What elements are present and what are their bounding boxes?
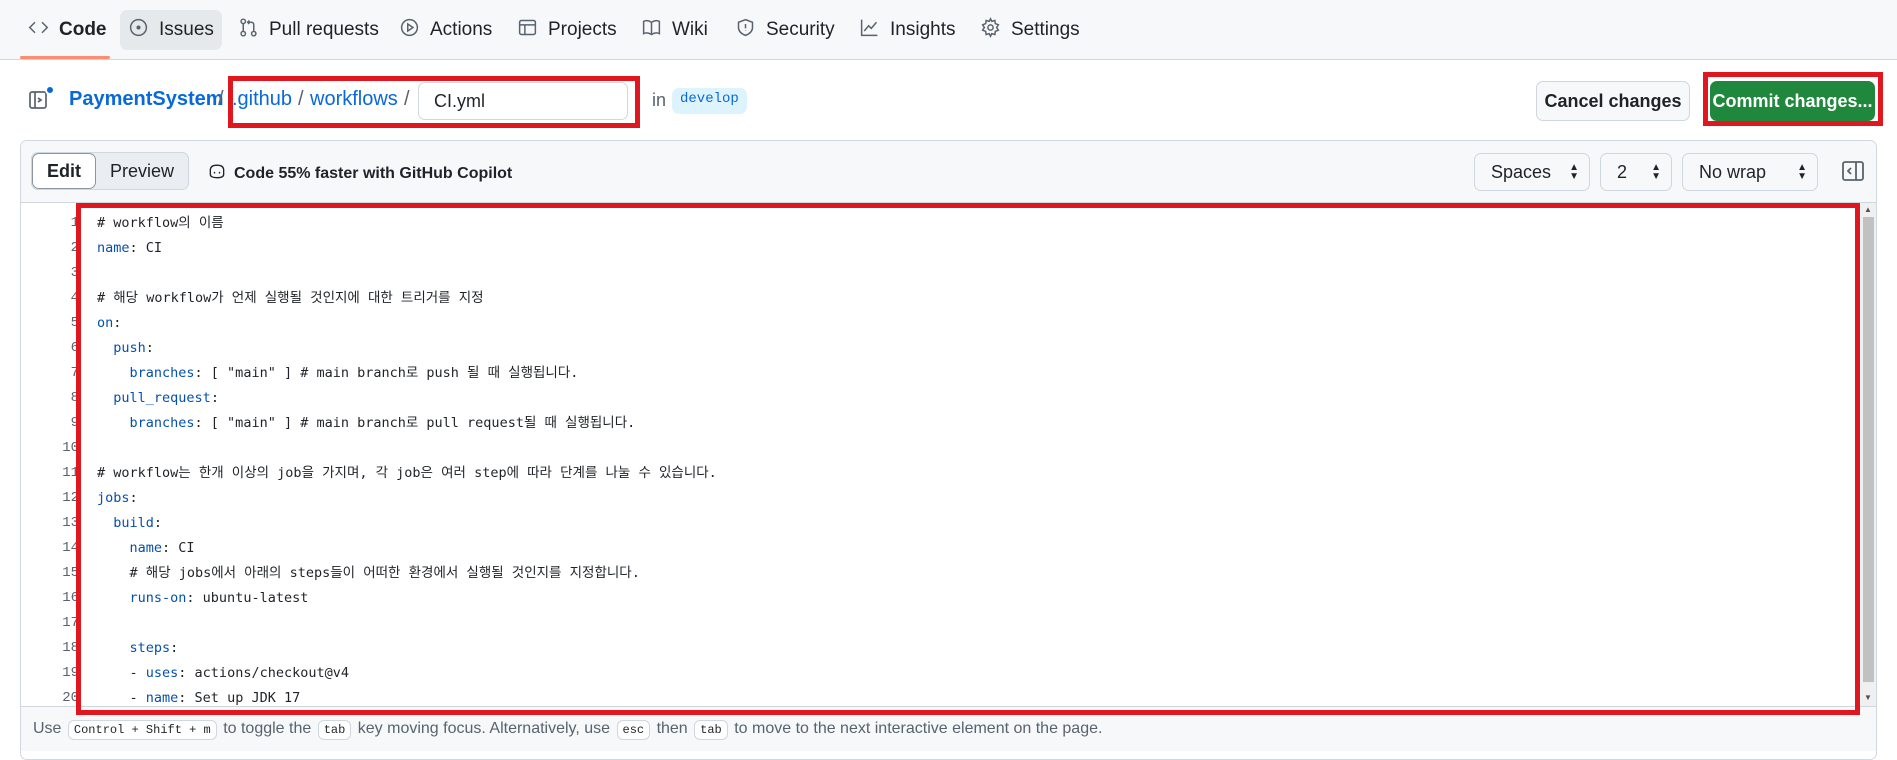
edit-tab[interactable]: Edit [32,153,96,189]
tab-wiki[interactable]: Wiki [633,10,716,50]
tab-label: Issues [159,19,214,40]
issue-icon [128,17,149,44]
editor-toolbar: Edit Preview Code 55% faster with GitHub… [21,141,1876,203]
tab-issues[interactable]: Issues [120,10,222,50]
kbd-tab: tab [317,720,352,740]
tab-label: Insights [890,19,956,40]
line-number: 5 [70,315,79,331]
breadcrumb-separator: / [218,88,224,110]
active-tab-indicator [20,56,110,59]
kbd-tab: tab [694,720,728,740]
tab-code[interactable]: Code [20,10,115,50]
annotation-commit-box [1703,72,1883,126]
code-icon [28,17,49,44]
cancel-changes-button[interactable]: Cancel changes [1536,81,1690,121]
scroll-up-icon[interactable]: ▲ [1864,205,1872,214]
indent-size-select[interactable]: 2 ▲ ▼ [1600,153,1672,191]
hint-text: Use [33,720,62,737]
copilot-promo[interactable]: Code 55% faster with GitHub Copilot [207,161,512,186]
tab-label: Pull requests [269,19,379,40]
kbd-shortcut: Control + Shift + m [67,720,217,740]
line-number: 7 [70,365,79,381]
split-view-icon[interactable] [1838,154,1868,188]
line-numbers: 1 2 3 4 5 6 7 8 9 10 11 12 13 14 15 16 17 18 19 20 [21,211,81,711]
hint-text: then [656,720,688,737]
wrap-mode-value: No wrap [1699,161,1767,182]
hint-text: to toggle the [223,720,312,737]
line-number: 12 [62,490,79,506]
tab-projects[interactable]: Projects [509,10,625,50]
line-number: 9 [70,415,79,431]
editor-scrollbar[interactable]: ▲ ▼ [1861,203,1876,706]
line-number: 11 [62,465,79,481]
pull-request-icon [238,17,259,44]
line-number: 4 [70,290,79,306]
annotation-filename-box [228,76,640,128]
tab-actions[interactable]: Actions [391,10,500,50]
line-number: 8 [70,390,79,406]
graph-icon [859,17,880,44]
select-arrows-icon: ▲ ▼ [1797,162,1807,182]
gear-icon [980,16,1001,44]
shield-icon [735,17,756,44]
copilot-icon [207,161,227,186]
tab-label: Projects [548,19,617,40]
line-number: 14 [62,540,79,556]
line-number: 6 [70,340,79,356]
line-number: 10 [62,440,79,456]
tab-insights[interactable]: Insights [851,10,963,50]
tab-pull-requests[interactable]: Pull requests [230,10,387,50]
select-arrows-icon: ▲ ▼ [1569,162,1579,182]
tab-settings[interactable]: Settings [972,10,1088,50]
indent-mode-value: Spaces [1491,161,1552,182]
line-number: 16 [62,590,79,606]
indent-size-value: 2 [1617,161,1628,182]
scrollbar-thumb[interactable] [1863,217,1874,682]
play-icon [399,17,420,44]
line-number: 19 [62,665,79,681]
tab-security[interactable]: Security [727,10,843,50]
line-number: 18 [62,640,79,656]
copilot-text: Code 55% faster with GitHub Copilot [234,164,513,182]
line-number: 2 [70,240,79,256]
preview-tab[interactable]: Preview [96,153,188,189]
hint-text: to move to the next interactive element … [734,720,1103,737]
file-tree-toggle-icon[interactable] [28,85,55,112]
line-number: 13 [62,515,79,531]
repo-link[interactable]: PaymentSystem [69,88,224,111]
in-label: in [652,90,667,110]
line-number: 3 [70,265,79,281]
line-number: 17 [62,615,79,631]
scroll-down-icon[interactable]: ▼ [1864,693,1872,702]
indent-mode-select[interactable]: Spaces ▲ ▼ [1474,153,1590,191]
tab-label: Actions [430,19,493,40]
wrap-mode-select[interactable]: No wrap ▲ ▼ [1682,153,1818,191]
book-icon [641,17,662,44]
line-number: 1 [70,215,79,231]
tab-label: Code [59,19,107,40]
tab-label: Security [766,19,835,40]
annotation-code-box [76,203,1860,715]
hint-text: key moving focus. Alternatively, use [357,720,611,737]
tab-label: Settings [1011,19,1080,40]
repo-nav: Code Issues Pull requests Actions Projec… [0,0,1897,60]
select-arrows-icon: ▲ ▼ [1651,162,1661,182]
line-number: 15 [62,565,79,581]
table-icon [517,17,538,44]
tab-label: Wiki [672,19,708,40]
edit-preview-toggle: Edit Preview [31,152,189,190]
branch-badge: develop [672,88,747,114]
kbd-esc: esc [616,720,651,740]
